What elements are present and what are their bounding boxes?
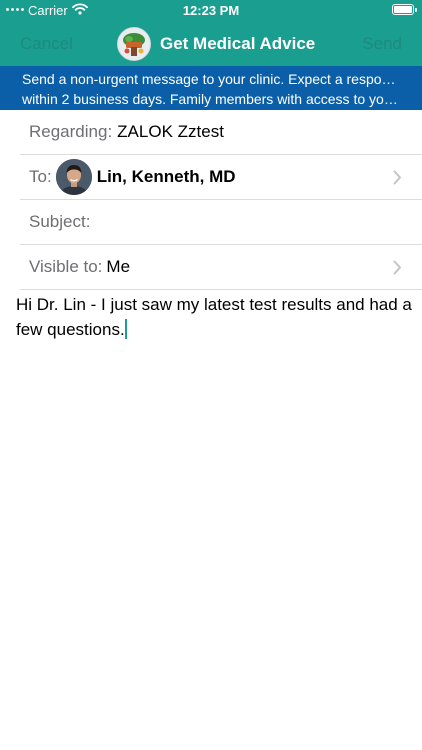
provider-avatar	[55, 159, 92, 195]
to-label: To:	[29, 167, 52, 186]
battery-icon	[392, 4, 417, 15]
provider-name: Lin, Kenneth, MD	[96, 167, 236, 186]
text-cursor	[124, 319, 127, 339]
regarding-row: Regarding: ZALOK Zztest	[20, 110, 422, 155]
visible-to-value: Me	[106, 257, 131, 276]
clinic-logo-icon	[117, 27, 151, 61]
regarding-label: Regarding:	[29, 122, 113, 141]
banner-line-1: Send a non-urgent message to your clinic…	[22, 71, 402, 87]
chevron-right-icon	[393, 170, 402, 190]
visible-to-label: Visible to:	[29, 257, 103, 276]
chevron-right-icon	[393, 260, 402, 280]
cancel-button[interactable]: Cancel	[20, 34, 73, 54]
info-banner[interactable]: Send a non-urgent message to your clinic…	[0, 66, 422, 110]
status-time: 12:23 PM	[182, 3, 240, 18]
banner-line-2: within 2 business days. Family members w…	[22, 91, 402, 107]
navigation-bar: Cancel Get Medical Advice Send	[0, 22, 422, 66]
subject-row[interactable]: Subject:	[20, 200, 422, 245]
send-button[interactable]: Send	[362, 34, 402, 54]
status-bar: Carrier 12:23 PM	[0, 0, 422, 22]
message-body-textarea[interactable]: Hi Dr. Lin - I just saw my latest test r…	[16, 292, 412, 342]
to-row[interactable]: To: Lin, Kenneth, MD	[20, 155, 422, 200]
nav-title-group: Get Medical Advice	[117, 27, 315, 61]
message-text: Hi Dr. Lin - I just saw my latest test r…	[16, 295, 412, 339]
subject-label: Subject:	[29, 212, 91, 231]
page-title: Get Medical Advice	[160, 34, 316, 53]
visible-to-row[interactable]: Visible to: Me	[20, 245, 422, 290]
regarding-value: ZALOK Zztest	[117, 122, 224, 141]
